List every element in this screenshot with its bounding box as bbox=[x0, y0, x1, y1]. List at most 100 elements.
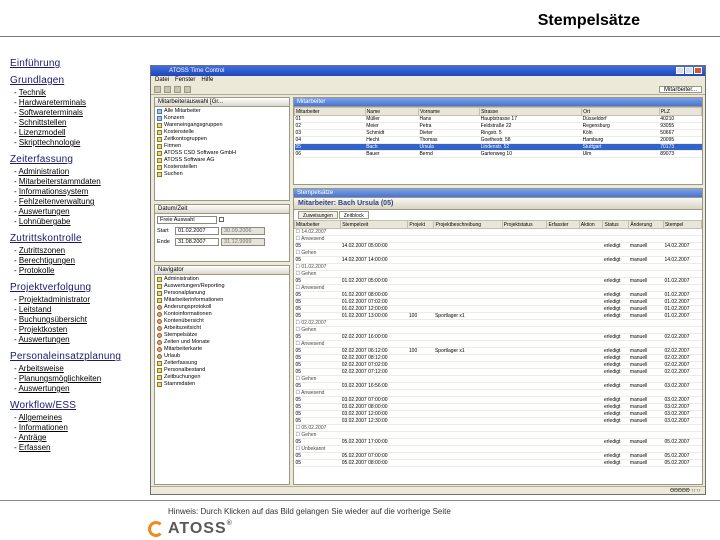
nav-item[interactable]: - Administration bbox=[10, 167, 146, 177]
perspective-switcher[interactable]: Mitarbeiter... bbox=[658, 86, 702, 93]
table-row[interactable]: 05 03.02.2007 12:00:00 erledigt manuell 03.0… bbox=[294, 410, 702, 418]
tree-item[interactable]: Zeitbuchungen bbox=[157, 374, 287, 381]
nav-item[interactable]: - Auswertungen bbox=[10, 207, 146, 217]
group-row[interactable]: ☐ Gehen bbox=[294, 375, 702, 383]
date-mode-select[interactable]: Freie Auswahl bbox=[157, 215, 217, 224]
tree-item[interactable]: Änderungsprotokoll bbox=[157, 304, 287, 311]
table-row[interactable]: 05 03.02.2007 07:00:00 erledigt manuell 03.0… bbox=[294, 396, 702, 404]
table-row[interactable]: 05 03.02.2007 12:30:00 erledigt manuell 03.0… bbox=[294, 417, 702, 425]
tree-item[interactable]: Administration bbox=[157, 276, 287, 283]
detail-subtab[interactable]: Zeitblock bbox=[338, 211, 369, 219]
nav-section-title[interactable]: Projektverfolgung bbox=[10, 282, 146, 293]
table-row[interactable]: 05 02.02.2007 06:12:00 100 Sportlager x1 erl… bbox=[294, 347, 702, 355]
table-row[interactable]: 05 14.02.2007 05:00:00 erledigt manuell 14.0… bbox=[294, 242, 702, 250]
menu-item[interactable]: Fenster bbox=[175, 77, 195, 84]
column-header[interactable]: Projektstatus bbox=[501, 220, 548, 229]
stamp-records-tab[interactable]: Stempelsätze bbox=[294, 189, 702, 198]
tree-item[interactable]: Firmen bbox=[157, 143, 287, 150]
nav-item[interactable]: - Auswertungen bbox=[10, 335, 146, 345]
nav-item[interactable]: - Technik bbox=[10, 88, 146, 98]
print-icon[interactable] bbox=[174, 86, 181, 93]
table-row[interactable]: 05 02.02.2007 07:02:00 erledigt manuell 02.0… bbox=[294, 361, 702, 369]
nav-item[interactable]: - Skripttechnologie bbox=[10, 138, 146, 148]
group-row[interactable]: ☐ Anwesend bbox=[294, 284, 702, 292]
table-row[interactable]: 05 05.02.2007 08:00:00 erledigt manuell 05.0… bbox=[294, 459, 702, 467]
new-icon[interactable] bbox=[154, 86, 161, 93]
tree-item[interactable]: Zeiterfassung bbox=[157, 360, 287, 367]
tree-item[interactable]: Stempelsätze bbox=[157, 332, 287, 339]
table-row[interactable]: 03 Schmidt Dieter Ringstr. 5 Köln 50667 bbox=[294, 129, 702, 137]
table-row[interactable]: 05 01.02.2007 05:00:00 erledigt manuell 01.0… bbox=[294, 277, 702, 285]
group-row[interactable]: ☐ 01.02.2007 bbox=[294, 263, 702, 271]
nav-item[interactable]: - Buchungsübersicht bbox=[10, 315, 146, 325]
column-header[interactable]: PLZ bbox=[658, 107, 703, 116]
group-row[interactable]: ☐ 05.02.2007 bbox=[294, 424, 702, 432]
table-row[interactable]: 05 05.02.2007 07:00:00 erledigt manuell 05.0… bbox=[294, 452, 702, 460]
nav-item[interactable]: - Erfassen bbox=[10, 443, 146, 453]
group-row[interactable]: ☐ Gehen bbox=[294, 326, 702, 334]
table-row[interactable]: 04 Hecht Thomas Goethestr. 58 Hamburg 20095 bbox=[294, 136, 702, 144]
column-header[interactable]: Vorname bbox=[417, 107, 481, 116]
tree-item[interactable]: Mitarbeiterinformationen bbox=[157, 297, 287, 304]
table-row[interactable]: 05 Bach Ursula Lindenstr. 52 Stuttgart 70173 bbox=[294, 143, 702, 151]
nav-item[interactable]: - Hardwareterminals bbox=[10, 98, 146, 108]
column-header[interactable]: Projektbeschreibung bbox=[433, 220, 503, 229]
nav-item[interactable]: - Protokolle bbox=[10, 266, 146, 276]
column-header[interactable]: Änderung bbox=[628, 220, 664, 229]
menu-item[interactable]: Datei bbox=[155, 77, 169, 84]
nav-section-title[interactable]: Workflow/ESS bbox=[10, 400, 146, 411]
tree-item[interactable]: Zeitkontogruppen bbox=[157, 136, 287, 143]
tree-item[interactable]: Urlaub bbox=[157, 353, 287, 360]
column-header[interactable]: Status bbox=[602, 220, 630, 229]
nav-item[interactable]: - Berechtigungen bbox=[10, 256, 146, 266]
column-header[interactable]: Mitarbeiter bbox=[294, 107, 366, 116]
refresh-icon[interactable] bbox=[184, 86, 191, 93]
table-row[interactable]: 05 02.02.2007 16:00:00 erledigt manuell 02.0… bbox=[294, 333, 702, 341]
nav-item[interactable]: - Schnittstellen bbox=[10, 118, 146, 128]
group-row[interactable]: ☐ 14.02.2007 bbox=[294, 228, 702, 236]
tree-item[interactable]: Stammdaten bbox=[157, 381, 287, 388]
nav-section-title[interactable]: Grundlagen bbox=[10, 75, 146, 86]
end-date-field[interactable]: 31.08.2007 bbox=[175, 237, 219, 246]
application-window[interactable]: ATOSS Time Control Datei Fenster Hilfe Mit… bbox=[150, 65, 706, 495]
nav-item[interactable]: - Projektkosten bbox=[10, 325, 146, 335]
nav-item[interactable]: - Projektadministrator bbox=[10, 295, 146, 305]
tree-item[interactable]: Personalbestand bbox=[157, 367, 287, 374]
tree-item[interactable]: Mitarbeiterkarte bbox=[157, 346, 287, 353]
group-row[interactable]: ☐ Unbekannt bbox=[294, 445, 702, 453]
tree-item[interactable]: Alle Mitarbeiter bbox=[157, 108, 287, 115]
table-row[interactable]: 05 03.02.2007 16:56:00 erledigt manuell 03.0… bbox=[294, 382, 702, 390]
column-header[interactable]: Stempel bbox=[662, 220, 702, 229]
tree-item[interactable]: Personalplanung bbox=[157, 290, 287, 297]
tree-item[interactable]: Arbeitszeitsicht bbox=[157, 325, 287, 332]
tree-item[interactable]: Kontoinformationen bbox=[157, 311, 287, 318]
column-header[interactable]: Aktion bbox=[578, 220, 604, 229]
nav-item[interactable]: - Lohnübergabe bbox=[10, 217, 146, 227]
start-date-field[interactable]: 01.02.2007 bbox=[175, 226, 219, 235]
group-row[interactable]: ☐ Anwesend bbox=[294, 389, 702, 397]
nav-item[interactable]: - Mitarbeiterstammdaten bbox=[10, 177, 146, 187]
tree-item[interactable]: ATOSS CSD Software GmbH bbox=[157, 150, 287, 157]
nav-intro-link[interactable]: Einführung bbox=[10, 58, 146, 69]
minimize-icon[interactable] bbox=[676, 67, 684, 74]
table-row[interactable]: 05 01.02.2007 08:00:00 erledigt manuell 01.0… bbox=[294, 291, 702, 299]
nav-section-title[interactable]: Personaleinsatzplanung bbox=[10, 351, 146, 362]
group-row[interactable]: ☐ 02.02.2007 bbox=[294, 319, 702, 327]
group-row[interactable]: ☐ Gehen bbox=[294, 431, 702, 439]
maximize-icon[interactable] bbox=[685, 67, 693, 74]
nav-item[interactable]: - Leitstand bbox=[10, 305, 146, 315]
group-row[interactable]: ☐ Gehen bbox=[294, 249, 702, 257]
column-header[interactable]: Projekt bbox=[407, 220, 435, 229]
nav-item[interactable]: - Softwareterminals bbox=[10, 108, 146, 118]
tree-item[interactable]: Auswertungen/Reporting bbox=[157, 283, 287, 290]
column-header[interactable]: Stempelzeit bbox=[340, 220, 409, 229]
table-row[interactable]: 05 03.02.2007 08:00:00 erledigt manuell 03.0… bbox=[294, 403, 702, 411]
table-row[interactable]: 05 14.02.2007 14:00:00 erledigt manuell 14.0… bbox=[294, 256, 702, 264]
tree-item[interactable]: Kostenstellen bbox=[157, 164, 287, 171]
detail-subtab[interactable]: Zuweisungen bbox=[298, 211, 338, 219]
table-row[interactable]: 06 Bauer Bernd Gartenweg 10 Ulm 89073 bbox=[294, 150, 702, 158]
tree-item[interactable]: Kostenstelle bbox=[157, 129, 287, 136]
tree-item[interactable]: Suchen bbox=[157, 171, 287, 178]
nav-item[interactable]: - Arbeitsweise bbox=[10, 364, 146, 374]
nav-item[interactable]: - Informationssystem bbox=[10, 187, 146, 197]
